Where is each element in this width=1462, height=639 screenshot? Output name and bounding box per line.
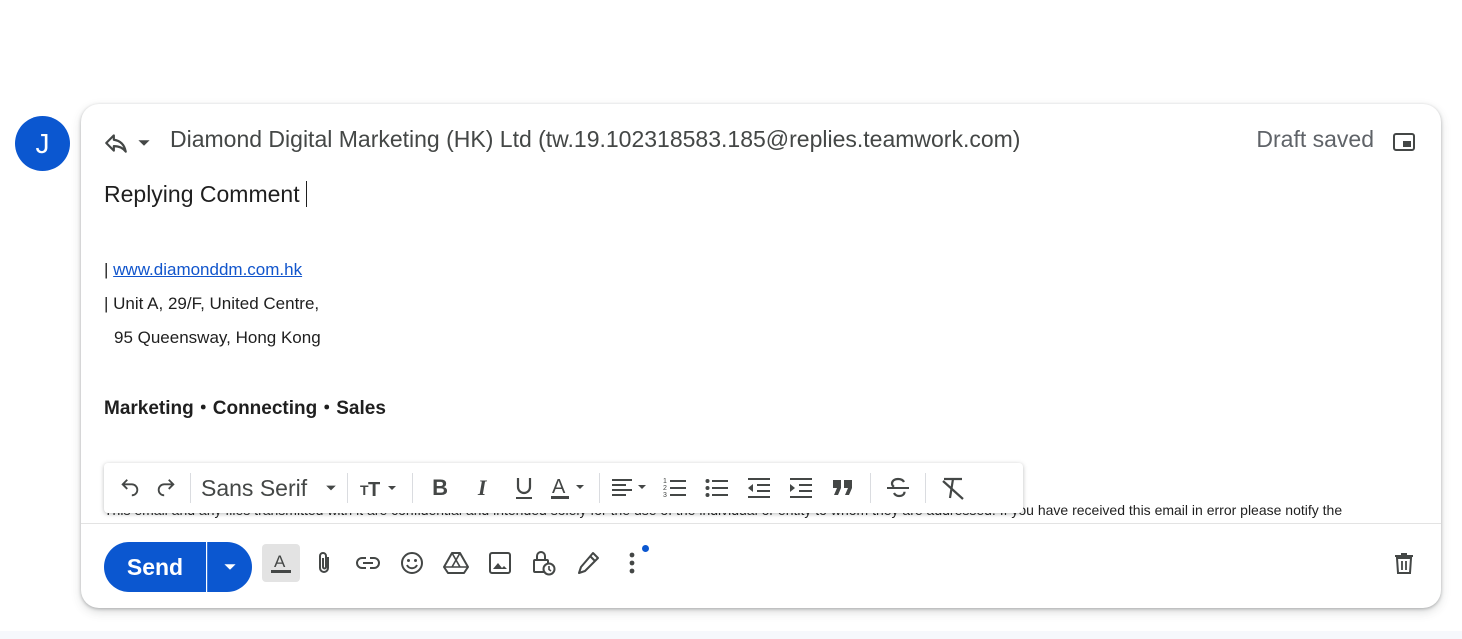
svg-text:3: 3 [663,492,667,499]
strikethrough-icon[interactable] [877,471,919,505]
reply-compose-card: Diamond Digital Marketing (HK) Ltd (tw.1… [81,104,1441,608]
confidential-mode-icon[interactable] [525,544,563,582]
draft-status: Draft saved [1256,126,1374,152]
quote-icon[interactable] [822,471,864,505]
formatting-toolbar: Sans Serif TT B I A 123 [104,463,1023,513]
pop-out-icon[interactable] [1393,133,1415,156]
bulleted-list-icon[interactable] [696,471,738,505]
signature-website-line: | www.diamonddm.com.hk [104,260,302,280]
signature-icon[interactable] [569,544,607,582]
font-family-value: Sans Serif [201,474,308,501]
align-icon[interactable] [606,471,654,505]
toolbar-divider [190,473,191,503]
svg-text:A: A [552,476,566,498]
send-options-button[interactable] [207,542,252,592]
undo-icon[interactable] [112,471,148,505]
chevron-down-icon [326,485,336,491]
notification-dot [642,545,649,552]
svg-text:T: T [368,479,380,499]
send-button[interactable]: Send [104,542,206,592]
font-size-icon[interactable]: TT [354,471,406,505]
signature-tagline: Marketing・Connecting・Sales [104,398,386,419]
svg-text:1: 1 [663,478,667,485]
photo-icon[interactable] [481,544,519,582]
emoji-icon[interactable] [393,544,431,582]
attach-icon[interactable] [305,544,343,582]
toolbar-divider [412,473,414,503]
website-link[interactable]: www.diamonddm.com.hk [113,260,302,279]
reply-type-button[interactable] [103,130,151,156]
reply-icon [103,130,129,156]
toolbar-divider [347,473,349,503]
send-button-group: Send [104,542,252,592]
separator: | [104,260,114,279]
redo-icon[interactable] [148,471,184,505]
signature-address-line1: | Unit A, 29/F, United Centre, [104,294,320,313]
chevron-down-icon [224,564,236,570]
numbered-list-icon[interactable]: 123 [654,471,696,505]
svg-text:2: 2 [663,485,667,492]
bold-icon[interactable]: B [419,471,461,505]
svg-text:A: A [274,552,286,571]
chevron-down-icon [137,136,151,150]
reply-text: Replying Comment [104,181,300,207]
recipient-field[interactable]: Diamond Digital Marketing (HK) Ltd (tw.1… [170,126,1020,153]
page-bottom-strip [0,631,1462,639]
formatting-options-icon[interactable]: A [262,544,300,582]
toolbar-divider [870,473,872,503]
drive-icon[interactable] [437,544,475,582]
avatar[interactable]: J [15,116,70,171]
indent-more-icon[interactable] [780,471,822,505]
signature-address-line2: 95 Queensway, Hong Kong [114,328,321,347]
message-body-text[interactable]: Replying Comment [104,181,307,208]
compose-divider [81,523,1441,524]
toolbar-divider [925,473,927,503]
toolbar-divider [599,473,601,503]
italic-icon[interactable]: I [461,471,503,505]
link-icon[interactable] [349,544,387,582]
underline-icon[interactable] [503,471,545,505]
font-family-select[interactable]: Sans Serif [197,471,341,505]
text-cursor [305,181,307,207]
discard-draft-icon[interactable] [1385,544,1423,582]
remove-formatting-icon[interactable] [932,471,974,505]
text-color-icon[interactable]: A [545,471,593,505]
indent-less-icon[interactable] [738,471,780,505]
